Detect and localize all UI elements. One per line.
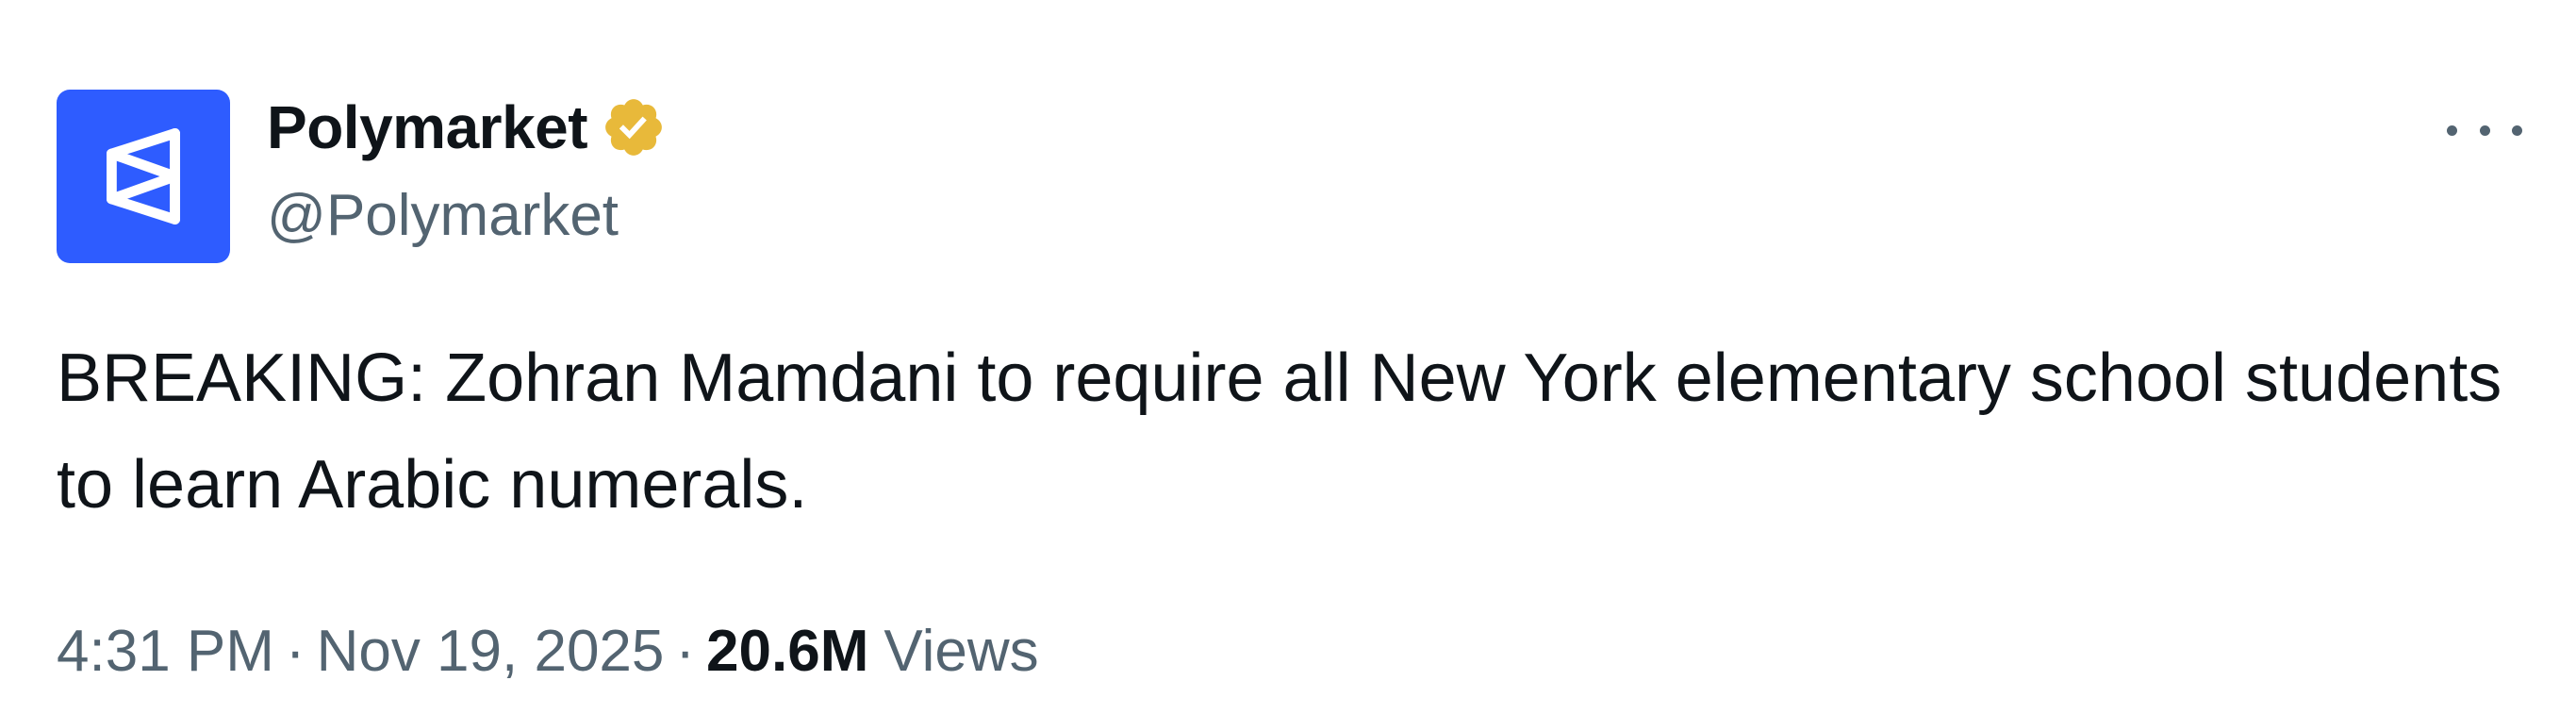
meta-separator: · — [285, 619, 305, 684]
meta-separator: · — [675, 619, 696, 684]
avatar[interactable] — [57, 90, 230, 263]
views-label[interactable]: Views — [883, 618, 1038, 685]
polymarket-logo-icon — [107, 128, 180, 224]
more-dot — [2512, 125, 2522, 136]
display-name[interactable]: Polymarket — [267, 92, 588, 162]
verified-badge-icon[interactable] — [601, 94, 667, 160]
tweet-card: Polymarket @Polymarket BREAKING: Zohran … — [0, 0, 2576, 714]
author-handle[interactable]: @Polymarket — [267, 182, 619, 249]
tweet-time[interactable]: 4:31 PM — [57, 618, 274, 685]
more-dot — [2479, 125, 2490, 136]
views-count[interactable]: 20.6M — [706, 618, 868, 685]
more-dot — [2447, 125, 2457, 136]
tweet-meta: 4:31 PM · Nov 19, 2025 · 20.6M Views — [57, 618, 1039, 685]
more-options-icon[interactable] — [2447, 111, 2522, 149]
author-name-row: Polymarket — [267, 92, 667, 162]
tweet-text: BREAKING: Zohran Mamdani to require all … — [57, 340, 2502, 523]
tweet-date[interactable]: Nov 19, 2025 — [317, 618, 665, 685]
